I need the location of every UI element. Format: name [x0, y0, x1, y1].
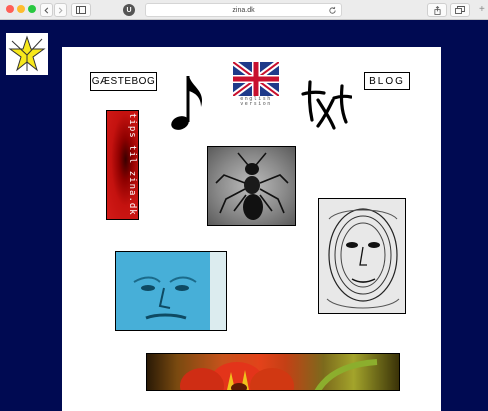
uk-flag-icon [233, 62, 279, 96]
address-bar[interactable]: zina.dk [145, 3, 342, 17]
tabs-icon [455, 6, 465, 14]
music-note-icon[interactable] [168, 73, 210, 133]
sidebar-button[interactable] [71, 3, 91, 17]
sidebar-icon [76, 6, 86, 14]
blog-link[interactable]: BLOG [364, 72, 410, 90]
site-logo[interactable] [6, 33, 48, 75]
tips-banner-text: tips til zina.dk [127, 113, 137, 216]
ant-icon [215, 152, 289, 220]
tips-banner-image[interactable]: tips til zina.dk [106, 110, 139, 220]
txt-handwritten-icon[interactable] [300, 80, 352, 130]
share-icon [433, 5, 441, 15]
url-text: zina.dk [232, 6, 255, 14]
chevron-left-icon [44, 7, 49, 13]
blue-face-icon [116, 252, 226, 330]
back-button[interactable] [40, 3, 53, 17]
chevron-right-icon [58, 7, 63, 13]
extension-badge[interactable]: U [123, 4, 135, 16]
guestbook-link[interactable]: GÆSTEBOG [90, 72, 157, 91]
face-sketch-icon [326, 208, 400, 309]
star-logo-icon [8, 35, 46, 72]
english-version-label: english version [240, 96, 272, 107]
minimize-window-button[interactable] [17, 5, 25, 13]
english-version-link[interactable]: english version [233, 62, 281, 107]
reload-icon[interactable] [328, 6, 337, 15]
forward-button[interactable] [54, 3, 67, 17]
ant-image[interactable] [207, 146, 296, 226]
close-window-button[interactable] [6, 5, 14, 13]
tulip-image[interactable] [146, 353, 400, 391]
tabs-overview-button[interactable] [450, 3, 470, 17]
tulip-icon [180, 359, 378, 390]
sketch-face-image[interactable] [318, 198, 406, 314]
zoom-window-button[interactable] [28, 5, 36, 13]
blue-face-image[interactable] [115, 251, 227, 331]
browser-toolbar: U zina.dk + [0, 0, 488, 20]
new-tab-icon[interactable]: + [479, 5, 485, 15]
share-button[interactable] [427, 3, 447, 17]
